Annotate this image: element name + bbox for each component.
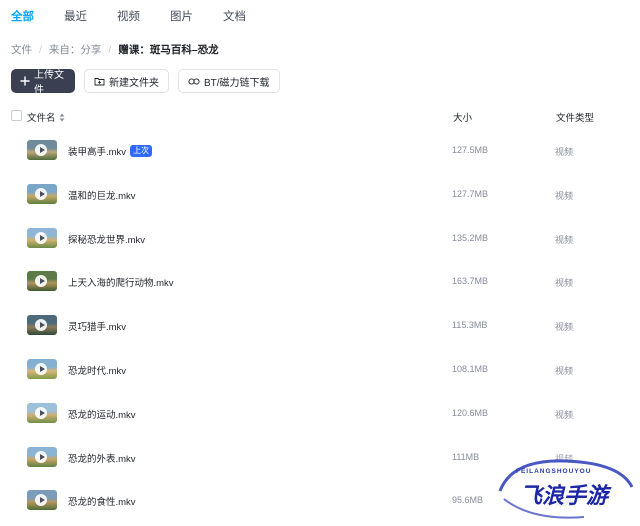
play-icon: [35, 450, 47, 463]
category-tabs: 全部 最近 视频 图片 文档: [11, 8, 276, 30]
file-size: 163.7MB: [452, 276, 489, 287]
play-icon: [35, 144, 47, 156]
new-folder-button[interactable]: 新建文件夹: [84, 69, 169, 93]
table-row[interactable]: 上天入海的爬行动物.mkv 163.7MB 视频: [0, 259, 640, 303]
watermark-title: 飞浪手游: [520, 483, 612, 509]
table-row[interactable]: 温和的巨龙.mkv 127.7MB 视频: [0, 172, 640, 216]
play-icon: [35, 187, 47, 200]
breadcrumb-separator: /: [108, 43, 112, 56]
breadcrumb-current: 赠课：斑马百科–恐龙: [118, 44, 219, 56]
toolbar: 上传文件 新建文件夹 BT/磁力链下载: [11, 69, 280, 96]
upload-button[interactable]: 上传文件: [11, 69, 75, 96]
file-name-label: 灵巧猎手.mkv: [68, 322, 127, 334]
folder-plus-icon: [94, 76, 105, 86]
file-name-label: 温和的巨龙.mkv: [68, 190, 136, 202]
breadcrumb: 文件 / 来自：分享 / 赠课：斑马百科–恐龙: [11, 42, 219, 57]
file-name-label: 恐龙的食性.mkv: [68, 497, 136, 509]
video-thumbnail: [27, 183, 57, 204]
tab-image[interactable]: 图片: [170, 8, 193, 30]
file-name[interactable]: 恐龙时代.mkv: [68, 363, 126, 377]
file-type: 视频: [555, 234, 574, 245]
magnet-link-icon: [188, 76, 200, 87]
table-row[interactable]: 探秘恐龙世界.mkv 135.2MB 视频: [0, 216, 640, 260]
tab-recent[interactable]: 最近: [64, 8, 87, 30]
sort-icon: [59, 113, 65, 122]
file-name-label: 恐龙时代.mkv: [68, 365, 127, 377]
video-thumbnail: [27, 271, 57, 292]
breadcrumb-root[interactable]: 文件: [11, 42, 32, 57]
bt-download-button-label: BT/磁力链下载: [204, 77, 270, 89]
tab-all[interactable]: 全部: [11, 8, 34, 30]
column-header-type[interactable]: 文件类型: [556, 110, 594, 124]
file-type: 视频: [555, 147, 574, 157]
file-name[interactable]: 装甲高手.mkv 上次: [68, 144, 153, 158]
play-icon: [35, 231, 47, 244]
play-icon: [35, 494, 47, 507]
video-thumbnail: [27, 446, 57, 467]
file-name-label: 装甲高手.mkv: [68, 147, 127, 158]
video-thumbnail: [27, 402, 57, 423]
bt-download-button[interactable]: BT/磁力链下载: [178, 69, 280, 93]
file-size: 120.6MB: [452, 407, 489, 418]
file-type: 视频: [555, 278, 574, 289]
file-name[interactable]: 灵巧猎手.mkv: [68, 319, 126, 333]
watermark-subtitle: FEILANGSHOUYOU: [516, 468, 591, 475]
new-folder-button-label: 新建文件夹: [109, 77, 159, 89]
file-name[interactable]: 恐龙的食性.mkv: [68, 494, 136, 508]
tab-video[interactable]: 视频: [117, 8, 140, 30]
file-name-label: 恐龙的外表.mkv: [68, 453, 136, 465]
table-row[interactable]: 装甲高手.mkv 上次 127.5MB 视频: [0, 128, 640, 172]
video-thumbnail: [27, 358, 57, 379]
site-watermark-logo: FEILANGSHOUYOU 飞浪手游: [492, 455, 640, 526]
select-all-checkbox[interactable]: [11, 110, 22, 121]
video-thumbnail: [27, 227, 57, 248]
file-name[interactable]: 探秘恐龙世界.mkv: [68, 232, 145, 246]
table-row[interactable]: 灵巧猎手.mkv 115.3MB 视频: [0, 303, 640, 347]
video-thumbnail: [27, 315, 57, 336]
play-icon: [35, 319, 47, 332]
file-size: 111MB: [452, 451, 480, 462]
file-type: 视频: [555, 409, 574, 420]
tab-document[interactable]: 文档: [223, 8, 246, 30]
table-row[interactable]: 恐龙的运动.mkv 120.6MB 视频: [0, 391, 640, 435]
file-size: 127.7MB: [452, 188, 489, 199]
play-icon: [35, 275, 47, 288]
table-header: 文件名 大小 文件类型: [11, 109, 631, 124]
file-size: 115.3MB: [452, 320, 488, 331]
video-thumbnail: [27, 490, 57, 511]
column-header-name-label: 文件名: [27, 113, 56, 124]
file-type: 视频: [555, 190, 574, 201]
file-type: 视频: [555, 322, 574, 333]
plus-icon: [20, 76, 30, 86]
file-name[interactable]: 上天入海的爬行动物.mkv: [68, 275, 174, 289]
file-size: 108.1MB: [452, 363, 489, 374]
file-name[interactable]: 恐龙的外表.mkv: [68, 451, 136, 465]
breadcrumb-from[interactable]: 来自：分享: [49, 42, 102, 57]
file-name[interactable]: 恐龙的运动.mkv: [68, 407, 136, 421]
column-header-name[interactable]: 文件名: [27, 110, 65, 124]
file-name-label: 上天入海的爬行动物.mkv: [68, 278, 174, 290]
video-thumbnail: [27, 140, 57, 160]
file-name-label: 探秘恐龙世界.mkv: [68, 234, 146, 246]
file-size: 95.6MB: [452, 495, 484, 506]
play-icon: [35, 362, 47, 375]
file-size: 127.5MB: [452, 145, 489, 155]
breadcrumb-separator: /: [39, 43, 42, 56]
table-row[interactable]: 恐龙时代.mkv 108.1MB 视频: [0, 347, 640, 391]
upload-button-label: 上传文件: [34, 70, 64, 96]
file-type: 视频: [555, 365, 574, 376]
file-name-label: 恐龙的运动.mkv: [68, 409, 136, 421]
file-size: 135.2MB: [452, 232, 489, 243]
file-name[interactable]: 温和的巨龙.mkv: [68, 188, 136, 202]
last-viewed-badge: 上次: [130, 145, 153, 157]
column-header-size[interactable]: 大小: [453, 110, 472, 124]
play-icon: [35, 406, 47, 419]
